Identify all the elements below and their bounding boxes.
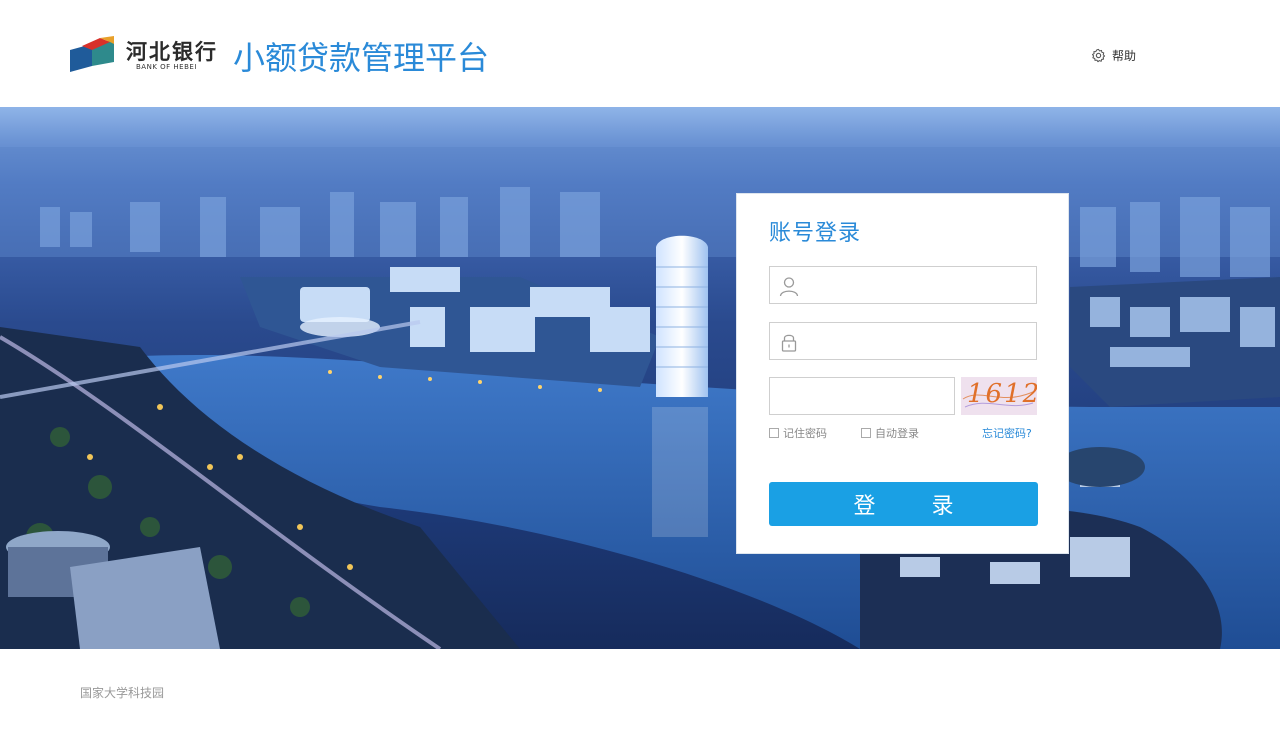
bank-logo[interactable]: 河北银行 BANK OF HEBEI [70,34,220,74]
auto-login-label: 自动登录 [875,427,919,440]
help-link[interactable]: 帮助 [1091,46,1136,64]
forgot-password-link[interactable]: 忘记密码? [982,425,1032,441]
remember-password-checkbox[interactable]: 记住密码 [769,425,827,441]
lock-icon [781,334,797,352]
remember-password-label: 记住密码 [783,427,827,440]
gear-icon [1091,48,1106,62]
login-panel: 账号登录 1612 记住密码 自动登录 忘记密码? 登录 [736,193,1069,554]
bank-name-cn: 河北银行 [126,39,218,64]
captcha-field[interactable] [769,377,955,415]
header: 河北银行 BANK OF HEBEI 小额贷款管理平台 帮助 [0,0,1280,107]
captcha-image[interactable]: 1612 [961,377,1037,415]
help-label: 帮助 [1112,48,1137,63]
username-field[interactable] [769,266,1037,304]
login-button[interactable]: 登录 [769,482,1038,526]
username-input[interactable] [810,271,1032,299]
captcha-text: 1612 [967,379,1037,409]
hero-banner [0,107,1280,649]
password-field[interactable] [769,322,1037,360]
bank-name-en: BANK OF HEBEI [136,63,197,71]
login-title: 账号登录 [769,221,862,246]
bank-logo-mark-icon [70,36,114,72]
user-icon [779,277,799,297]
checkbox-icon [861,428,871,438]
footer: 国家大学科技园 [0,649,1280,731]
captcha-input[interactable] [770,378,954,414]
auto-login-checkbox[interactable]: 自动登录 [861,425,919,441]
password-input[interactable] [810,327,1032,355]
city-skyline-image [0,147,1280,649]
platform-title: 小额贷款管理平台 [233,39,490,77]
footer-caption: 国家大学科技园 [80,686,165,700]
checkbox-icon [769,428,779,438]
